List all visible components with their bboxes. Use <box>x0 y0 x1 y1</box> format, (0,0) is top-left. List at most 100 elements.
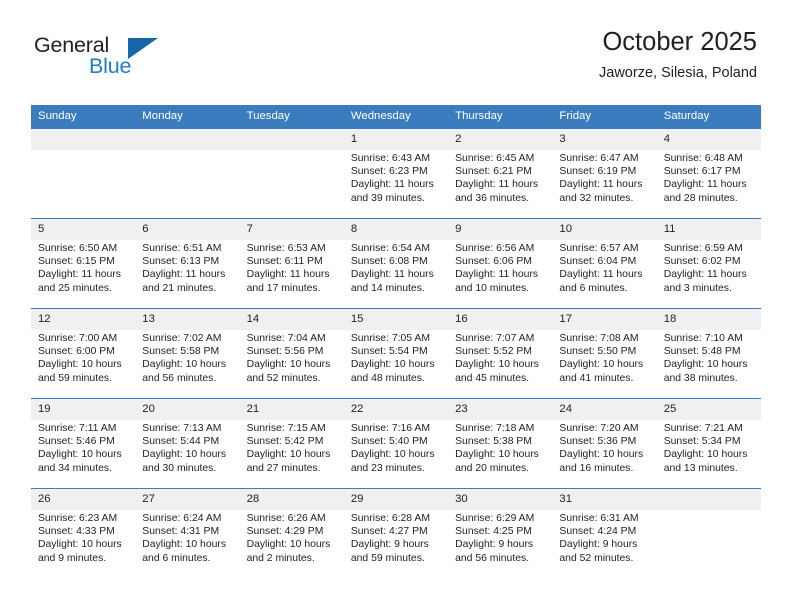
day-sun-info: Sunrise: 6:57 AM Sunset: 6:04 PM Daylight:… <box>552 240 656 295</box>
day-cell[interactable]: 4 Sunrise: 6:48 AM Sunset: 6:17 PM Daylight… <box>656 129 761 218</box>
calendar-cell: 12 Sunrise: 7:00 AM Sunset: 6:00 PM Dayligh… <box>31 308 136 399</box>
sunset-text: Sunset: 6:21 PM <box>455 166 532 178</box>
calendar-cell: 23 Sunrise: 7:18 AM Sunset: 5:38 PM Dayligh… <box>448 398 553 489</box>
daylight-text-line2: and 6 minutes. <box>142 552 211 564</box>
daylight-text-line1: Daylight: 9 hours <box>559 539 638 551</box>
generalblue-logo[interactable]: General Blue <box>34 33 234 83</box>
sunset-text: Sunset: 6:13 PM <box>142 256 220 268</box>
day-number: 25 <box>656 399 761 420</box>
day-cell[interactable]: 8 Sunrise: 6:54 AM Sunset: 6:08 PM Daylight… <box>343 219 449 308</box>
day-number: 13 <box>135 309 240 330</box>
day-cell[interactable]: 27 Sunrise: 6:24 AM Sunset: 4:31 PM Dayligh… <box>135 489 240 578</box>
daylight-text-line1: Daylight: 10 hours <box>350 359 435 371</box>
day-cell[interactable]: 28 Sunrise: 6:26 AM Sunset: 4:29 PM Dayligh… <box>239 489 344 578</box>
sunset-text: Sunset: 6:19 PM <box>559 166 637 178</box>
daylight-text-line2: and 16 minutes. <box>559 462 634 474</box>
day-cell[interactable]: 29 Sunrise: 6:28 AM Sunset: 4:27 PM Dayligh… <box>343 489 449 578</box>
daylight-text-line1: Daylight: 10 hours <box>559 359 644 371</box>
daylight-text-line2: and 23 minutes. <box>350 462 425 474</box>
day-sun-info: Sunrise: 7:21 AM Sunset: 5:34 PM Daylight:… <box>657 420 761 475</box>
day-cell[interactable]: 10 Sunrise: 6:57 AM Sunset: 6:04 PM Dayligh… <box>552 219 657 308</box>
day-sun-info: Sunrise: 7:15 AM Sunset: 5:42 PM Daylight:… <box>240 420 344 475</box>
sunset-text: Sunset: 5:44 PM <box>142 436 220 448</box>
daylight-text-line1: Daylight: 10 hours <box>455 449 539 461</box>
day-cell[interactable]: 15 Sunrise: 7:05 AM Sunset: 5:54 PM Dayligh… <box>343 309 449 398</box>
day-sun-info: Sunrise: 6:56 AM Sunset: 6:06 PM Daylight:… <box>448 240 552 295</box>
daylight-text-line1: Daylight: 10 hours <box>246 449 331 461</box>
day-number: 17 <box>552 309 657 330</box>
day-cell[interactable]: 2 Sunrise: 6:45 AM Sunset: 6:21 PM Daylight… <box>448 129 553 218</box>
daylight-text-line1: Daylight: 10 hours <box>663 359 748 371</box>
sunset-text: Sunset: 6:17 PM <box>663 166 741 178</box>
day-cell[interactable]: 22 Sunrise: 7:16 AM Sunset: 5:40 PM Dayligh… <box>343 399 449 488</box>
day-sun-info: Sunrise: 6:29 AM Sunset: 4:25 PM Daylight:… <box>448 510 552 565</box>
sunrise-text: Sunrise: 6:57 AM <box>559 243 639 254</box>
daylight-text-line1: Daylight: 11 hours <box>559 179 643 191</box>
day-cell[interactable]: 30 Sunrise: 6:29 AM Sunset: 4:25 PM Dayligh… <box>448 489 553 578</box>
day-cell[interactable]: 14 Sunrise: 7:04 AM Sunset: 5:56 PM Dayligh… <box>239 309 344 398</box>
day-cell[interactable]: 9 Sunrise: 6:56 AM Sunset: 6:06 PM Daylight… <box>448 219 553 308</box>
day-sun-info: Sunrise: 6:48 AM Sunset: 6:17 PM Daylight:… <box>657 150 761 205</box>
daylight-text-line1: Daylight: 9 hours <box>455 539 534 551</box>
day-cell[interactable]: 12 Sunrise: 7:00 AM Sunset: 6:00 PM Dayligh… <box>31 309 136 398</box>
day-cell[interactable]: 11 Sunrise: 6:59 AM Sunset: 6:02 PM Dayligh… <box>656 219 761 308</box>
daylight-text-line2: and 48 minutes. <box>350 372 425 384</box>
sunset-text: Sunset: 6:08 PM <box>350 256 428 268</box>
sunset-text: Sunset: 6:04 PM <box>559 256 637 268</box>
calendar-cell: 6 Sunrise: 6:51 AM Sunset: 6:13 PM Daylight… <box>135 218 240 309</box>
day-cell[interactable]: 21 Sunrise: 7:15 AM Sunset: 5:42 PM Dayligh… <box>239 399 344 488</box>
day-sun-info: Sunrise: 7:13 AM Sunset: 5:44 PM Daylight:… <box>135 420 239 475</box>
day-cell[interactable]: 5 Sunrise: 6:50 AM Sunset: 6:15 PM Daylight… <box>31 219 136 308</box>
calendar-header-row: Sunday Monday Tuesday Wednesday Thursday… <box>31 105 761 129</box>
daylight-text-line1: Daylight: 11 hours <box>142 269 226 281</box>
day-cell[interactable]: 7 Sunrise: 6:53 AM Sunset: 6:11 PM Daylight… <box>239 219 344 308</box>
daylight-text-line1: Daylight: 10 hours <box>246 539 331 551</box>
day-cell[interactable]: 31 Sunrise: 6:31 AM Sunset: 4:24 PM Dayligh… <box>552 489 657 578</box>
day-number: 5 <box>31 219 136 240</box>
day-number: 15 <box>343 309 449 330</box>
calendar-cell: 2 Sunrise: 6:45 AM Sunset: 6:21 PM Daylight… <box>448 128 553 219</box>
day-number: 26 <box>31 489 136 510</box>
day-sun-info: Sunrise: 7:10 AM Sunset: 5:48 PM Daylight:… <box>657 330 761 385</box>
day-cell-empty <box>135 129 240 218</box>
day-cell[interactable]: 20 Sunrise: 7:13 AM Sunset: 5:44 PM Dayligh… <box>135 399 240 488</box>
day-sun-info: Sunrise: 7:04 AM Sunset: 5:56 PM Daylight:… <box>240 330 344 385</box>
daylight-text-line2: and 34 minutes. <box>38 462 112 474</box>
sunrise-text: Sunrise: 6:28 AM <box>350 513 430 524</box>
daylight-text-line2: and 30 minutes. <box>142 462 217 474</box>
daylight-text-line2: and 13 minutes. <box>663 462 738 474</box>
day-cell[interactable]: 16 Sunrise: 7:07 AM Sunset: 5:52 PM Dayligh… <box>448 309 553 398</box>
day-cell[interactable]: 3 Sunrise: 6:47 AM Sunset: 6:19 PM Daylight… <box>552 129 657 218</box>
day-cell[interactable]: 1 Sunrise: 6:43 AM Sunset: 6:23 PM Daylight… <box>343 129 449 218</box>
daylight-text-line2: and 10 minutes. <box>455 282 530 294</box>
daylight-text-line2: and 32 minutes. <box>559 192 634 204</box>
daylight-text-line1: Daylight: 11 hours <box>246 269 330 281</box>
day-cell[interactable]: 6 Sunrise: 6:51 AM Sunset: 6:13 PM Daylight… <box>135 219 240 308</box>
calendar-cell: 29 Sunrise: 6:28 AM Sunset: 4:27 PM Dayligh… <box>343 488 449 578</box>
weekday-header-friday: Friday <box>552 105 657 129</box>
sunrise-text: Sunrise: 7:21 AM <box>663 423 743 434</box>
daylight-text-line2: and 52 minutes. <box>246 372 321 384</box>
day-cell[interactable]: 26 Sunrise: 6:23 AM Sunset: 4:33 PM Dayligh… <box>31 489 136 578</box>
sunset-text: Sunset: 4:24 PM <box>559 526 637 538</box>
sunset-text: Sunset: 6:15 PM <box>38 256 115 268</box>
calendar-cell: 25 Sunrise: 7:21 AM Sunset: 5:34 PM Dayligh… <box>656 398 761 489</box>
day-cell[interactable]: 13 Sunrise: 7:02 AM Sunset: 5:58 PM Dayligh… <box>135 309 240 398</box>
daylight-text-line2: and 27 minutes. <box>246 462 321 474</box>
daylight-text-line1: Daylight: 10 hours <box>38 359 122 371</box>
day-cell[interactable]: 18 Sunrise: 7:10 AM Sunset: 5:48 PM Dayligh… <box>656 309 761 398</box>
day-cell[interactable]: 24 Sunrise: 7:20 AM Sunset: 5:36 PM Dayligh… <box>552 399 657 488</box>
day-cell[interactable]: 19 Sunrise: 7:11 AM Sunset: 5:46 PM Dayligh… <box>31 399 136 488</box>
daylight-text-line1: Daylight: 11 hours <box>350 179 434 191</box>
daylight-text-line1: Daylight: 10 hours <box>142 359 227 371</box>
day-number: 11 <box>656 219 761 240</box>
sunset-text: Sunset: 5:34 PM <box>663 436 741 448</box>
sunrise-text: Sunrise: 7:20 AM <box>559 423 639 434</box>
calendar-cell: 5 Sunrise: 6:50 AM Sunset: 6:15 PM Daylight… <box>31 218 136 309</box>
day-cell[interactable]: 17 Sunrise: 7:08 AM Sunset: 5:50 PM Dayligh… <box>552 309 657 398</box>
calendar-cell: 14 Sunrise: 7:04 AM Sunset: 5:56 PM Dayligh… <box>239 308 344 399</box>
sunrise-text: Sunrise: 6:47 AM <box>559 153 639 164</box>
day-cell[interactable]: 23 Sunrise: 7:18 AM Sunset: 5:38 PM Dayligh… <box>448 399 553 488</box>
day-cell[interactable]: 25 Sunrise: 7:21 AM Sunset: 5:34 PM Dayligh… <box>656 399 761 488</box>
sunset-text: Sunset: 4:25 PM <box>455 526 532 538</box>
